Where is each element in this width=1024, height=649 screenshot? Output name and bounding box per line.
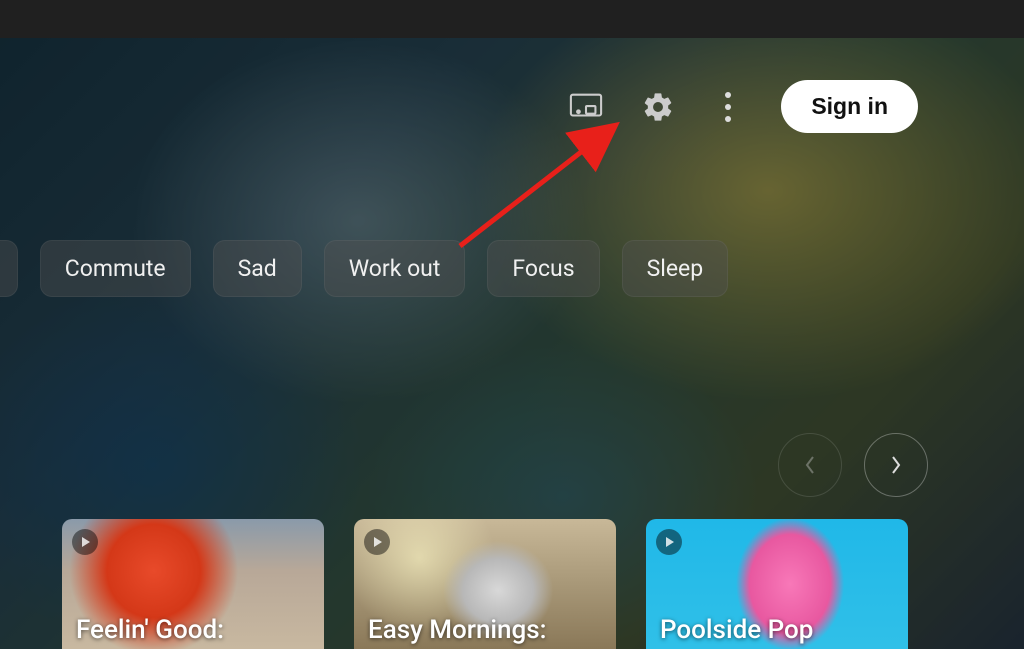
mood-chip[interactable]: Work out bbox=[324, 240, 466, 297]
mood-chip[interactable]: Sleep bbox=[622, 240, 729, 297]
mood-chips-row: rty Commute Sad Work out Focus Sleep bbox=[0, 240, 728, 297]
play-icon[interactable] bbox=[656, 529, 682, 555]
mood-chip[interactable]: Sad bbox=[213, 240, 302, 297]
sign-in-button[interactable]: Sign in bbox=[781, 80, 918, 133]
playlist-cards-row: Feelin' Good: Easy Mornings: Poolside Po… bbox=[62, 519, 908, 649]
playlist-card[interactable]: Feelin' Good: bbox=[62, 519, 324, 649]
playlist-card[interactable]: Easy Mornings: bbox=[354, 519, 616, 649]
card-title: Poolside Pop bbox=[660, 615, 894, 645]
gear-icon[interactable] bbox=[641, 90, 675, 124]
mood-chip[interactable]: Commute bbox=[40, 240, 191, 297]
playlist-card[interactable]: Poolside Pop bbox=[646, 519, 908, 649]
carousel-prev-button[interactable] bbox=[778, 433, 842, 497]
play-icon[interactable] bbox=[364, 529, 390, 555]
card-title: Easy Mornings: bbox=[368, 615, 602, 645]
browser-chrome-bar bbox=[0, 0, 1024, 38]
app-background: Sign in rty Commute Sad Work out Focus S… bbox=[0, 38, 1024, 649]
annotation-arrow bbox=[440, 116, 650, 256]
mood-chip[interactable]: Focus bbox=[487, 240, 599, 297]
more-vertical-icon[interactable] bbox=[713, 90, 743, 124]
play-icon[interactable] bbox=[72, 529, 98, 555]
mood-chip[interactable]: rty bbox=[0, 240, 18, 297]
card-title: Feelin' Good: bbox=[76, 615, 310, 645]
carousel-next-button[interactable] bbox=[864, 433, 928, 497]
cast-icon[interactable] bbox=[569, 90, 603, 124]
